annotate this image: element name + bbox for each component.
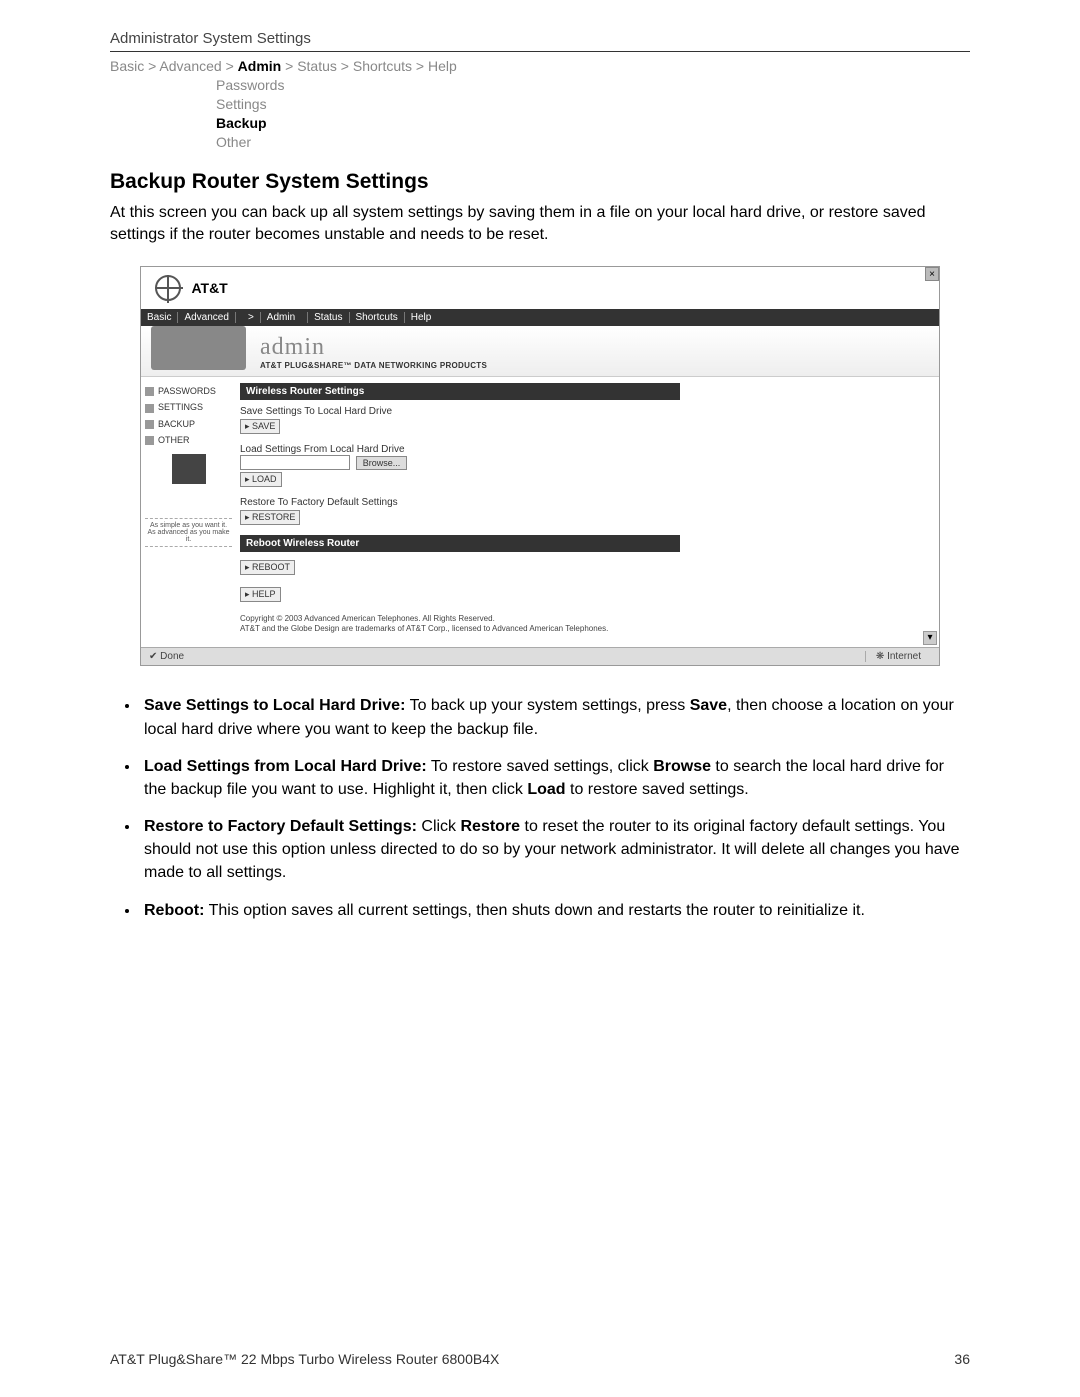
- nav-advanced[interactable]: Advanced: [178, 312, 235, 323]
- submenu-other[interactable]: Other: [216, 133, 970, 152]
- submenu-passwords[interactable]: Passwords: [216, 76, 970, 95]
- router-leftnav: PASSWORDS SETTINGS BACKUP OTHER As simpl…: [141, 377, 236, 639]
- page-footer: AT&T Plug&Share™ 22 Mbps Turbo Wireless …: [110, 1351, 970, 1367]
- file-path-input[interactable]: [240, 455, 350, 470]
- admin-submenu: Passwords Settings Backup Other: [216, 76, 970, 152]
- reboot-button[interactable]: ▸ REBOOT: [240, 560, 295, 575]
- section-heading: Backup Router System Settings: [110, 170, 970, 194]
- nav-help[interactable]: Help: [405, 312, 438, 323]
- bullet-icon: [145, 436, 154, 445]
- house-icon: [172, 454, 206, 484]
- banner-tag: AT&T PLUG&SHARE™ DATA NETWORKING PRODUCT…: [260, 361, 487, 370]
- leftnav-settings[interactable]: SETTINGS: [145, 399, 232, 415]
- copyright-line1: Copyright © 2003 Advanced American Telep…: [240, 614, 931, 624]
- instructions-list: Save Settings to Local Hard Drive: To ba…: [140, 694, 970, 922]
- save-button[interactable]: ▸ SAVE: [240, 419, 280, 434]
- panel-bar-reboot: Reboot Wireless Router: [240, 535, 680, 552]
- crumb-advanced[interactable]: Advanced: [159, 58, 221, 74]
- status-done: ✔ Done: [149, 651, 184, 662]
- status-internet: ❋ Internet: [865, 651, 931, 662]
- help-button[interactable]: ▸ HELP: [240, 587, 281, 602]
- footer-product: AT&T Plug&Share™ 22 Mbps Turbo Wireless …: [110, 1351, 499, 1367]
- status-bar: ✔ Done ❋ Internet: [141, 647, 939, 665]
- crumb-help[interactable]: Help: [428, 58, 457, 74]
- submenu-settings[interactable]: Settings: [216, 95, 970, 114]
- load-label: Load Settings From Local Hard Drive: [240, 444, 931, 455]
- leftnav-passwords[interactable]: PASSWORDS: [145, 383, 232, 399]
- crumb-admin[interactable]: Admin: [238, 58, 282, 74]
- bullet-icon: [145, 387, 154, 396]
- slogan: As simple as you want it. As advanced as…: [145, 518, 232, 547]
- bullet-icon: [145, 420, 154, 429]
- nav-basic[interactable]: Basic: [141, 312, 178, 323]
- nav-status[interactable]: Status: [308, 312, 349, 323]
- copyright-line2: AT&T and the Globe Design are trademarks…: [240, 624, 931, 634]
- router-screenshot: × AT&T BasicAdvanced> AdminStatusShortcu…: [140, 266, 940, 666]
- section-intro: At this screen you can back up all syste…: [110, 202, 970, 247]
- browse-button[interactable]: Browse...: [356, 456, 408, 470]
- nav-shortcuts[interactable]: Shortcuts: [350, 312, 405, 323]
- banner-title: admin: [260, 334, 487, 361]
- banner-image: [151, 326, 246, 370]
- nav-admin[interactable]: > Admin: [236, 312, 308, 323]
- leftnav-backup[interactable]: BACKUP: [145, 416, 232, 432]
- restore-label: Restore To Factory Default Settings: [240, 497, 931, 508]
- brand-label: AT&T: [191, 280, 227, 296]
- crumb-status[interactable]: Status: [297, 58, 337, 74]
- router-topnav: BasicAdvanced> AdminStatusShortcutsHelp: [141, 309, 939, 326]
- page-header: Administrator System Settings: [110, 30, 970, 47]
- crumb-shortcuts[interactable]: Shortcuts: [353, 58, 412, 74]
- footer-page-number: 36: [954, 1351, 970, 1367]
- globe-icon: [155, 275, 181, 301]
- leftnav-other[interactable]: OTHER: [145, 432, 232, 448]
- list-item: Save Settings to Local Hard Drive: To ba…: [140, 694, 970, 740]
- bullet-icon: [145, 404, 154, 413]
- header-rule: [110, 51, 970, 52]
- save-label: Save Settings To Local Hard Drive: [240, 406, 931, 417]
- submenu-backup[interactable]: Backup: [216, 114, 970, 133]
- crumb-basic[interactable]: Basic: [110, 58, 144, 74]
- restore-button[interactable]: ▸ RESTORE: [240, 510, 300, 525]
- list-item: Load Settings from Local Hard Drive: To …: [140, 755, 970, 801]
- breadcrumb: Basic > Advanced > Admin > Status > Shor…: [110, 58, 970, 74]
- close-icon[interactable]: ×: [925, 267, 939, 281]
- load-button[interactable]: ▸ LOAD: [240, 472, 282, 487]
- list-item: Restore to Factory Default Settings: Cli…: [140, 815, 970, 885]
- scroll-down-icon[interactable]: ▾: [923, 631, 937, 645]
- panel-bar-settings: Wireless Router Settings: [240, 383, 680, 400]
- list-item: Reboot: This option saves all current se…: [140, 899, 970, 922]
